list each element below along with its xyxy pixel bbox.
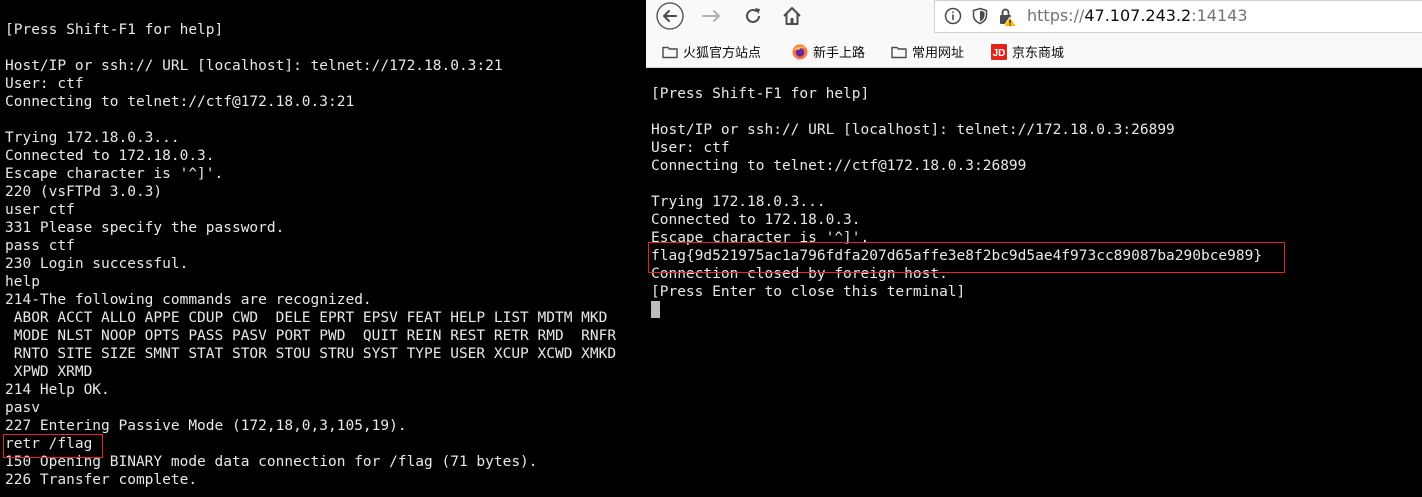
terminal-line: user ctf (5, 202, 75, 218)
back-button[interactable] (656, 2, 684, 30)
url-host: 47.107.243.2 (1084, 6, 1192, 25)
bookmark-label: 新手上路 (813, 46, 866, 61)
flag-highlight (648, 242, 1285, 273)
reload-icon (746, 8, 760, 23)
terminal-line: Connected to 172.18.0.3. (651, 212, 861, 228)
terminal-cursor (651, 301, 660, 318)
folder-icon (662, 44, 678, 60)
bookmark-jd-mall[interactable]: JD 京东商城 (991, 42, 1064, 61)
terminal-line: XPWD XRMD (5, 364, 93, 380)
terminal-line: 214 Help OK. (5, 382, 110, 398)
bookmark-getting-started[interactable]: 新手上路 (792, 42, 865, 61)
url-text[interactable]: https://47.107.243.2:14143 (1027, 6, 1248, 25)
terminal-line: Escape character is '^]'. (5, 166, 224, 182)
terminal-line: 220 (vsFTPd 3.0.3) (5, 184, 163, 200)
terminal-line: 230 Login successful. (5, 256, 189, 272)
cursor-line (651, 301, 1262, 319)
bookmark-label: 京东商城 (1012, 46, 1065, 61)
insecure-lock-icon[interactable] (997, 7, 1017, 27)
terminal-line: 227 Entering Passive Mode (172,18,0,3,10… (5, 418, 407, 434)
terminal-line: [Press Shift-F1 for help] (5, 22, 224, 38)
terminal-line: [Press Enter to close this terminal] (651, 284, 966, 300)
right-terminal-output: [Press Shift-F1 for help] Host/IP or ssh… (651, 85, 1262, 319)
terminal-line: Connecting to telnet://ctf@172.18.0.3:26… (651, 158, 1027, 174)
terminal-line: Host/IP or ssh:// URL [localhost]: telne… (5, 58, 503, 74)
back-arrow-icon (656, 2, 684, 30)
jd-icon: JD (991, 43, 1007, 60)
bookmark-firefox-official[interactable]: 火狐官方站点 (662, 42, 761, 61)
terminal-line: User: ctf (5, 76, 84, 92)
bookmark-label: 火狐官方站点 (683, 46, 762, 61)
terminal-line: Host/IP or ssh:// URL [localhost]: telne… (651, 122, 1175, 138)
right-terminal[interactable]: [Press Shift-F1 for help] Host/IP or ssh… (646, 68, 1422, 497)
terminal-line: pasv (5, 400, 40, 416)
terminal-line: RNTO SITE SIZE SMNT STAT STOR STOU STRU … (5, 346, 617, 362)
terminal-line: User: ctf (651, 140, 730, 156)
browser-window: https://47.107.243.2:14143 火狐官方站点 新手上路 常… (646, 0, 1422, 497)
terminal-line: ABOR ACCT ALLO APPE CDUP CWD DELE EPRT E… (5, 310, 608, 326)
terminal-line: [Press Shift-F1 for help] (651, 86, 870, 102)
url-port: :14143 (1191, 6, 1248, 25)
terminal-line: help (5, 274, 40, 290)
tracking-shield-icon[interactable] (971, 7, 989, 25)
terminal-line: Trying 172.18.0.3... (5, 130, 180, 146)
home-icon (783, 7, 801, 25)
folder-icon (891, 44, 907, 60)
terminal-line: 331 Please specify the password. (5, 220, 285, 236)
url-scheme: https:// (1027, 6, 1085, 25)
home-button[interactable] (778, 2, 806, 30)
bookmarks-toolbar: 火狐官方站点 新手上路 常用网址 JD 京东商城 (646, 34, 1422, 68)
terminal-line: 226 Transfer complete. (5, 472, 198, 488)
left-terminal[interactable]: [Press Shift-F1 for help] Host/IP or ssh… (0, 0, 646, 497)
terminal-line: pass ctf (5, 238, 75, 254)
info-icon[interactable] (944, 7, 962, 25)
forward-arrow-icon (702, 10, 720, 22)
navigation-toolbar: https://47.107.243.2:14143 (646, 0, 1422, 34)
retr-command-highlight (3, 434, 103, 458)
terminal-line: Connected to 172.18.0.3. (5, 148, 215, 164)
reload-button[interactable] (739, 2, 767, 30)
terminal-line: 214-The following commands are recognize… (5, 292, 372, 308)
bookmark-common-sites[interactable]: 常用网址 (891, 42, 964, 61)
svg-text:JD: JD (993, 48, 1006, 59)
terminal-line: MODE NLST NOOP OPTS PASS PASV PORT PWD Q… (5, 328, 617, 344)
terminal-line: Connecting to telnet://ctf@172.18.0.3:21 (5, 94, 355, 110)
forward-button[interactable] (697, 2, 725, 30)
terminal-line: Trying 172.18.0.3... (651, 194, 826, 210)
firefox-icon (792, 44, 808, 60)
url-bar[interactable]: https://47.107.243.2:14143 (934, 0, 1422, 33)
left-terminal-output: [Press Shift-F1 for help] Host/IP or ssh… (5, 21, 616, 489)
bookmark-label: 常用网址 (912, 46, 965, 61)
